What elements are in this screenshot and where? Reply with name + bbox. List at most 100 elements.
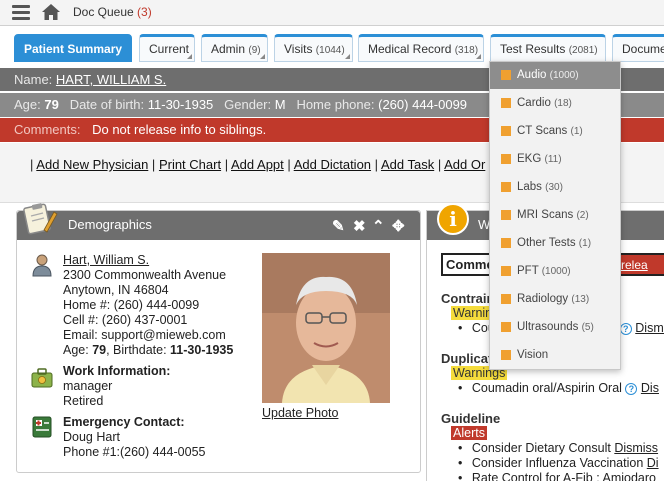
tab-admin[interactable]: Admin (9) <box>201 34 268 62</box>
patient-photo <box>262 253 390 403</box>
demographics-title: Demographics <box>68 217 152 232</box>
edit-pencil-icon[interactable]: ✎ <box>332 217 345 235</box>
update-photo-link[interactable]: Update Photo <box>262 406 338 420</box>
add-appt-link[interactable]: Add Appt <box>231 157 284 172</box>
dropdown-item-ekg[interactable]: EKG (11) <box>490 146 620 173</box>
age-value: 79 <box>92 343 107 357</box>
duplicates-heading: Duplicat <box>441 351 493 366</box>
folder-square-icon <box>501 70 511 80</box>
dropdown-item-label: EKG <box>517 153 542 165</box>
dob-value: 11-30-1935 <box>147 97 214 112</box>
move-arrows-icon[interactable]: ✥ <box>392 217 405 235</box>
tab-patient-summary[interactable]: Patient Summary <box>14 34 132 62</box>
work-status: Retired <box>63 394 104 408</box>
dropdown-item-mri-scans[interactable]: MRI Scans (2) <box>490 202 620 229</box>
help-icon[interactable]: ? <box>619 323 632 335</box>
patient-name-link[interactable]: HART, WILLIAM S. <box>56 72 166 87</box>
dropdown-item-label: Vision <box>517 349 549 361</box>
address-line-2: Anytown, IN 46804 <box>63 283 169 297</box>
tab-count: (1044) <box>315 45 345 56</box>
dropdown-item-count: (5) <box>581 322 594 333</box>
dropdown-item-label: MRI Scans <box>517 209 574 221</box>
home-number: Home #: (260) 444-0099 <box>63 298 200 312</box>
link-separator: | <box>224 157 229 172</box>
dropdown-item-radiology[interactable]: Radiology (13) <box>490 286 620 313</box>
add-dictation-link[interactable]: Add Dictation <box>294 157 371 172</box>
link-separator: | <box>287 157 291 172</box>
gender-label: Gender: <box>224 97 272 112</box>
info-icon: i <box>437 203 469 235</box>
close-icon[interactable]: ✖ <box>353 217 366 235</box>
dropdown-item-count: (30) <box>545 182 563 193</box>
link-separator: | <box>437 157 442 172</box>
add-task-link[interactable]: Add Task <box>381 157 434 172</box>
dismiss-link[interactable]: Dismiss <box>614 441 658 455</box>
tab-count: (9) <box>248 45 261 56</box>
emergency-name: Doug Hart <box>63 430 120 444</box>
age-label: Age: <box>14 97 41 112</box>
doc-queue-link[interactable]: Doc Queue (3) <box>73 5 152 19</box>
dropdown-item-labs[interactable]: Labs (30) <box>490 174 620 201</box>
add-new-physician-link[interactable]: Add New Physician <box>36 157 148 172</box>
duplicate-text: Coumadin oral/Aspirin Oral <box>471 381 622 395</box>
dropdown-item-audio[interactable]: Audio (1000) <box>490 62 620 89</box>
dropdown-item-count: (18) <box>554 98 572 109</box>
warning-tag: Warnin <box>451 306 495 320</box>
hamburger-menu-icon[interactable] <box>12 5 30 21</box>
dropdown-item-vision[interactable]: Vision <box>490 342 620 369</box>
tab-visits[interactable]: Visits (1044) <box>274 34 353 62</box>
dismiss-link[interactable]: Dismis <box>635 321 664 335</box>
dropdown-item-ct-scans[interactable]: CT Scans (1) <box>490 118 620 145</box>
email: Email: support@mieweb.com <box>63 328 226 342</box>
emergency-contact: Emergency Contact: Doug Hart Phone #1:(2… <box>63 415 205 460</box>
age-prefix: Age: <box>63 343 89 357</box>
folder-square-icon <box>501 322 511 332</box>
contraindications-heading: Contrain <box>441 291 495 306</box>
add-order-link[interactable]: Add Or <box>444 157 485 172</box>
name-label: Name: <box>14 72 53 87</box>
dropdown-item-count: (13) <box>571 294 590 305</box>
folder-square-icon <box>501 98 511 108</box>
work-information: Work Information: manager Retired <box>63 364 170 409</box>
tab-label: Test Results <box>500 42 566 56</box>
help-icon[interactable]: ? <box>625 383 638 395</box>
folder-square-icon <box>501 126 511 136</box>
emergency-phone: Phone #1:(260) 444-0055 <box>63 445 206 459</box>
tab-label: Medical Record <box>368 42 452 56</box>
dropdown-item-ultrasounds[interactable]: Ultrasounds (5) <box>490 314 620 341</box>
dropdown-item-other-tests[interactable]: Other Tests (1) <box>490 230 620 257</box>
tab-documents[interactable]: Docume <box>612 34 664 62</box>
link-separator: | <box>30 157 34 172</box>
link-separator: | <box>151 157 156 172</box>
folder-square-icon <box>501 154 511 164</box>
dismiss-link[interactable]: Dis <box>641 381 659 395</box>
folder-square-icon <box>501 238 511 248</box>
person-icon <box>32 254 52 277</box>
dropdown-item-count: (1) <box>570 126 583 137</box>
doc-queue-label: Doc Queue <box>73 5 134 19</box>
demographics-name-link[interactable]: Hart, William S. <box>63 253 149 267</box>
doc-queue-count: (3) <box>137 5 152 19</box>
dropdown-item-pft[interactable]: PFT (1000) <box>490 258 620 285</box>
alerts-tag: Alerts <box>451 426 487 440</box>
dropdown-item-label: CT Scans <box>517 125 568 137</box>
tab-current[interactable]: Current <box>139 34 195 62</box>
tab-label: Current <box>149 42 190 56</box>
comments-label: Comments: <box>14 122 81 137</box>
print-chart-link[interactable]: Print Chart <box>159 157 221 172</box>
link-separator: | <box>374 157 379 172</box>
work-title: Work Information: <box>63 364 171 378</box>
tab-test-results[interactable]: Test Results (2081) <box>490 34 606 62</box>
home-icon[interactable] <box>41 3 61 21</box>
folder-square-icon <box>501 210 511 220</box>
dropdown-item-cardio[interactable]: Cardio (18) <box>490 90 620 117</box>
work-role: manager <box>63 379 113 393</box>
emergency-contact-icon <box>32 416 52 438</box>
dropdown-item-label: Cardio <box>517 97 551 109</box>
guideline-text: Consider Influenza Vaccination <box>471 456 644 470</box>
cell-number: Cell #: (260) 437-0001 <box>63 313 188 327</box>
tab-medical-record[interactable]: Medical Record (318) <box>358 34 484 62</box>
demographics-contact: Hart, William S. 2300 Commonwealth Avenu… <box>63 253 233 358</box>
collapse-chevron-up-icon[interactable]: ⌃ <box>372 217 385 235</box>
dismiss-link[interactable]: Di <box>647 456 659 470</box>
